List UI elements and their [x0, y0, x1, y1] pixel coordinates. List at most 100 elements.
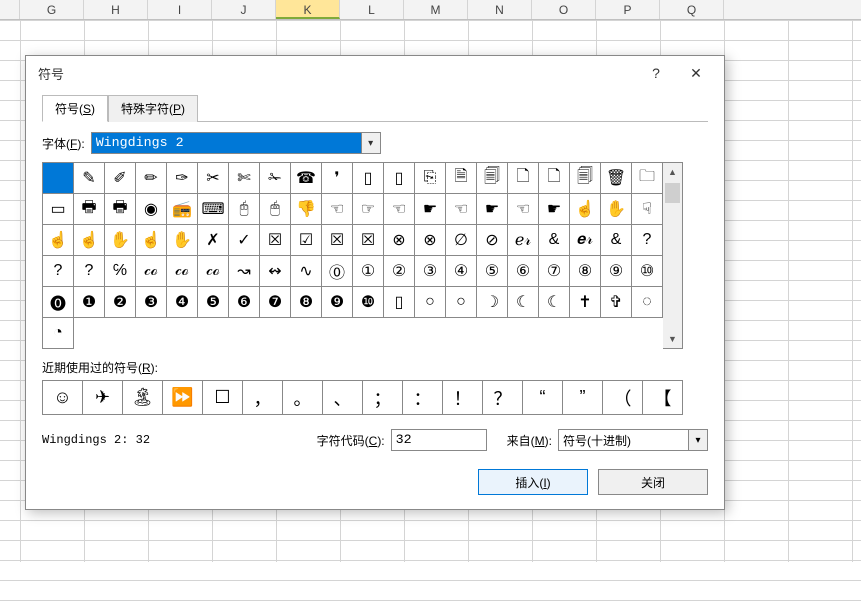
col-header-J[interactable]: J [212, 0, 276, 19]
symbol-cell[interactable]: ❺ [198, 287, 229, 318]
dialog-close-button[interactable]: 关闭 [598, 469, 708, 495]
close-button[interactable]: ✕ [676, 58, 716, 88]
symbol-cell[interactable]: ▭ [43, 194, 74, 225]
col-header-I[interactable]: I [148, 0, 212, 19]
symbol-cell[interactable]: ◉ [136, 194, 167, 225]
symbol-cell[interactable]: ☝ [136, 225, 167, 256]
symbol-cell[interactable]: 🗋 [508, 163, 539, 194]
symbol-cell[interactable]: 𝒸ℴ [198, 256, 229, 287]
symbol-cell[interactable]: ⎘ [415, 163, 446, 194]
symbol-cell[interactable]: ↝ [229, 256, 260, 287]
symbol-cell[interactable]: ❾ [322, 287, 353, 318]
symbol-cell[interactable]: ? [632, 225, 663, 256]
symbol-cell[interactable]: ③ [415, 256, 446, 287]
recent-symbol-cell[interactable]: （ [603, 381, 643, 415]
symbol-cell[interactable]: ℯ𝓇 [508, 225, 539, 256]
scroll-thumb[interactable] [665, 183, 680, 203]
recent-symbol-cell[interactable]: ？ [483, 381, 523, 415]
recent-symbol-cell[interactable]: 🏝 [123, 381, 163, 415]
symbol-cell[interactable]: 🖶 [105, 194, 136, 225]
symbol-cell[interactable]: 🗐 [570, 163, 601, 194]
symbol-cell[interactable]: ▯ [384, 287, 415, 318]
symbol-cell[interactable]: ∅ [446, 225, 477, 256]
symbol-cell[interactable]: ⓿ [43, 287, 74, 318]
symbol-cell[interactable]: ☜ [322, 194, 353, 225]
symbol-cell[interactable]: ↭ [260, 256, 291, 287]
symbol-cell[interactable]: ? [43, 256, 74, 287]
symbol-cell[interactable]: 🖰 [229, 194, 260, 225]
symbol-cell[interactable]: ❸ [136, 287, 167, 318]
charcode-input[interactable] [391, 429, 487, 451]
insert-button[interactable]: 插入(I) [478, 469, 588, 495]
recent-symbol-cell[interactable]: ， [243, 381, 283, 415]
recent-symbol-cell[interactable]: ☺ [43, 381, 83, 415]
symbol-cell[interactable]: ✗ [198, 225, 229, 256]
symbol-cell[interactable]: ❹ [167, 287, 198, 318]
recent-symbol-cell[interactable]: 【 [643, 381, 683, 415]
symbol-cell[interactable]: ☜ [508, 194, 539, 225]
symbol-cell[interactable]: ⑤ [477, 256, 508, 287]
symbol-cell[interactable]: ☾ [508, 287, 539, 318]
symbol-cell[interactable]: & [601, 225, 632, 256]
help-button[interactable]: ? [636, 58, 676, 88]
symbol-cell[interactable]: ☛ [477, 194, 508, 225]
from-dropdown-button[interactable]: ▾ [688, 429, 708, 451]
tab-symbols[interactable]: 符号(S) [42, 95, 108, 122]
symbol-cell[interactable]: ✁ [260, 163, 291, 194]
symbol-cell[interactable] [43, 163, 74, 194]
symbol-cell[interactable]: ✐ [105, 163, 136, 194]
symbol-cell[interactable]: ☜ [446, 194, 477, 225]
symbol-cell[interactable]: ☝ [570, 194, 601, 225]
col-header-K[interactable]: K [276, 0, 340, 19]
recent-symbol-cell[interactable]: ✈ [83, 381, 123, 415]
symbol-cell[interactable]: ❼ [260, 287, 291, 318]
symbol-cell[interactable]: 🗑 [601, 163, 632, 194]
symbol-cell[interactable]: ℅ [105, 256, 136, 287]
symbol-cell[interactable]: & [539, 225, 570, 256]
symbol-cell[interactable]: ☛ [415, 194, 446, 225]
symbol-cell[interactable]: ☒ [260, 225, 291, 256]
symbol-cell[interactable]: ✋ [105, 225, 136, 256]
symbol-cell[interactable]: ⑨ [601, 256, 632, 287]
symbol-cell[interactable]: ① [353, 256, 384, 287]
symbol-cell[interactable]: ❜ [322, 163, 353, 194]
symbol-cell[interactable]: ☝ [43, 225, 74, 256]
col-header-G[interactable]: G [20, 0, 84, 19]
tab-special[interactable]: 特殊字符(P) [108, 95, 198, 122]
symbol-cell[interactable]: 𝒸ℴ [136, 256, 167, 287]
symbol-cell[interactable]: ⑧ [570, 256, 601, 287]
recent-symbol-cell[interactable]: 、 [323, 381, 363, 415]
symbol-cell[interactable]: 🖱 [260, 194, 291, 225]
symbol-cell[interactable]: ○ [446, 287, 477, 318]
symbol-cell[interactable]: ④ [446, 256, 477, 287]
symbol-cell[interactable]: ✓ [229, 225, 260, 256]
font-dropdown-button[interactable]: ▾ [361, 132, 381, 154]
symbol-cell[interactable]: ❽ [291, 287, 322, 318]
symbol-cell[interactable]: ▯ [384, 163, 415, 194]
scroll-up-icon[interactable]: ▲ [663, 163, 682, 181]
symbol-cell[interactable]: ☟ [632, 194, 663, 225]
recent-symbol-cell[interactable]: ” [563, 381, 603, 415]
symbol-cell[interactable]: ② [384, 256, 415, 287]
col-header-H[interactable]: H [84, 0, 148, 19]
symbol-cell[interactable]: ☛ [539, 194, 570, 225]
symbol-cell[interactable]: ❿ [353, 287, 384, 318]
symbol-cell[interactable]: ❷ [105, 287, 136, 318]
symbol-cell[interactable]: ✞ [601, 287, 632, 318]
symbol-cell[interactable]: 👎 [291, 194, 322, 225]
col-header-Q[interactable]: Q [660, 0, 724, 19]
symbol-cell[interactable]: 🗐 [477, 163, 508, 194]
symbol-cell[interactable]: ❻ [229, 287, 260, 318]
symbol-cell[interactable]: ⑥ [508, 256, 539, 287]
col-header-O[interactable]: O [532, 0, 596, 19]
symbol-cell[interactable]: 𝒸ℴ [167, 256, 198, 287]
symbol-cell[interactable]: ❶ [74, 287, 105, 318]
symbol-cell[interactable]: ☒ [322, 225, 353, 256]
symbol-cell[interactable]: 🗋 [539, 163, 570, 194]
symbol-cell[interactable]: 📻 [167, 194, 198, 225]
symbol-cell[interactable]: ☽ [477, 287, 508, 318]
symbol-cell[interactable]: ✑ [167, 163, 198, 194]
symbol-cell[interactable]: ⓪ [322, 256, 353, 287]
recent-symbol-cell[interactable]: ⏩ [163, 381, 203, 415]
symbol-cell[interactable]: ✏ [136, 163, 167, 194]
